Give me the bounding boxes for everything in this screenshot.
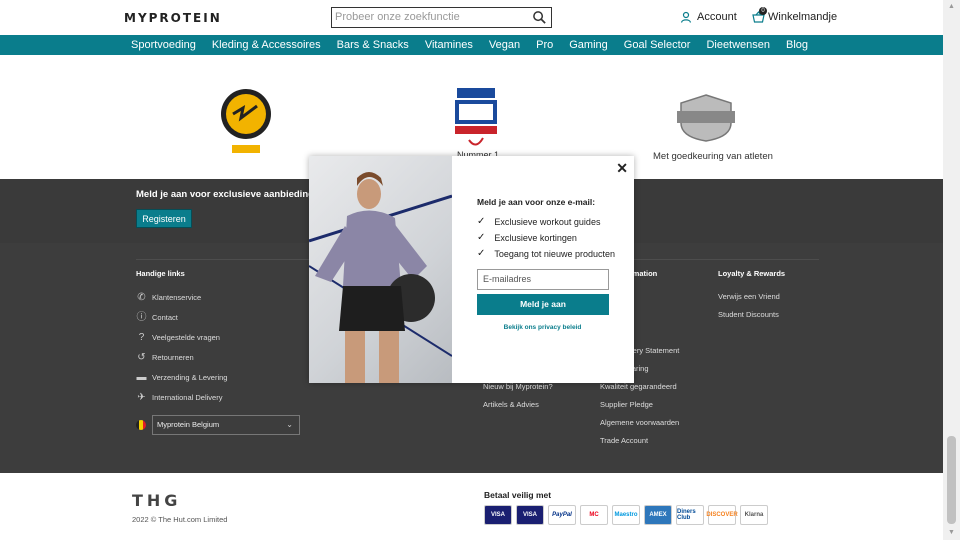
newsletter-title: Meld je aan voor exclusieve aanbiedingen… (136, 189, 329, 200)
check-icon: ✓ (477, 248, 486, 259)
site-header: MYPROTEIN Probeer onze zoekfunctie Accou… (0, 0, 943, 35)
discover-icon: DISCOVER (706, 505, 738, 525)
basket-count-badge: 0 (759, 7, 767, 15)
myprotein-logo[interactable]: MYPROTEIN (124, 11, 222, 25)
modal-content: ✕ Meld je aan voor onze e-mail: ✓ Exclus… (452, 156, 634, 383)
phone-icon: ✆ (137, 292, 146, 303)
footer-link-klantenservice[interactable]: Klantenservice (152, 293, 201, 302)
signup-submit-button[interactable]: Meld je aan (477, 294, 609, 315)
search-icon[interactable] (532, 10, 547, 25)
mastercard-icon: MC (580, 505, 608, 525)
footer-link-trade-account[interactable]: Trade Account (600, 436, 648, 445)
copyright-text: 2022 © The Hut.com Limited (132, 515, 228, 524)
account-icon (680, 11, 692, 23)
athlete-image (309, 156, 452, 383)
bottom-bar: THG 2022 © The Hut.com Limited Betaal ve… (0, 473, 943, 540)
footer-link-voorwaarden[interactable]: Algemene voorwaarden (600, 418, 679, 427)
nav-item-vegan[interactable]: Vegan (489, 39, 520, 51)
benefit-label: Exclusieve kortingen (494, 232, 577, 243)
footer-link-faq[interactable]: Veelgestelde vragen (152, 333, 220, 342)
check-icon: ✓ (477, 216, 486, 227)
official-supplier-badge (677, 94, 735, 142)
return-icon: ↺ (137, 352, 146, 363)
payment-title: Betaal veilig met (484, 490, 552, 500)
supplier-label: Met goedkeuring van atleten (653, 151, 773, 162)
visa-electron-icon: VISA (516, 505, 544, 525)
check-icon: ✓ (477, 232, 486, 243)
footer-link-retourneren[interactable]: Retourneren (152, 353, 194, 362)
scroll-down-icon[interactable]: ▼ (943, 526, 960, 540)
visa-icon: VISA (484, 505, 512, 525)
nav-item-gaming[interactable]: Gaming (569, 39, 608, 51)
scroll-thumb[interactable] (947, 436, 956, 524)
basket-link[interactable]: 0 Winkelmandje (752, 7, 838, 23)
footer-link-international[interactable]: International Delivery (152, 393, 222, 402)
benefit-item: ✓ Toegang tot nieuwe producten (477, 248, 615, 259)
nav-item-pro[interactable]: Pro (536, 39, 553, 51)
footer-link-kwaliteit[interactable]: Kwaliteit gegarandeerd (600, 382, 677, 391)
modal-title: Meld je aan voor onze e-mail: (477, 197, 596, 207)
footer-link-verzending[interactable]: Verzending & Levering (152, 373, 227, 382)
search-field[interactable]: Probeer onze zoekfunctie (331, 7, 552, 28)
footer-link-contact[interactable]: Contact (152, 313, 178, 322)
footer-link-refer[interactable]: Verwijs een Vriend (718, 292, 780, 301)
nav-item-dieetwensen[interactable]: Dieetwensen (706, 39, 770, 51)
scroll-up-icon[interactable]: ▲ (943, 0, 960, 14)
thg-logo: THG (132, 491, 182, 510)
search-input[interactable]: Probeer onze zoekfunctie (335, 11, 460, 23)
basket-label: Winkelmandje (768, 11, 838, 23)
nav-item-kleding[interactable]: Kleding & Accessoires (212, 39, 321, 51)
klarna-icon: Klarna (740, 505, 768, 525)
plane-icon: ✈ (137, 392, 146, 403)
question-icon: ? (138, 332, 145, 343)
belgium-flag-icon (136, 420, 146, 430)
informed-sport-badge (221, 89, 271, 153)
privacy-policy-link[interactable]: Bekijk ons privacy beleid (452, 324, 633, 331)
close-icon[interactable]: ✕ (616, 160, 628, 177)
info-icon: ⓘ (136, 312, 147, 323)
nav-item-goal-selector[interactable]: Goal Selector (624, 39, 691, 51)
benefit-label: Toegang tot nieuwe producten (494, 248, 615, 259)
loyalty-heading: Loyalty & Rewards (718, 269, 786, 278)
benefit-label: Exclusieve workout guides (494, 216, 601, 227)
footer-link-nieuw[interactable]: Nieuw bij Myprotein? (483, 382, 553, 391)
nav-item-vitamines[interactable]: Vitamines (425, 39, 473, 51)
athlete-illustration (309, 172, 452, 383)
truck-icon: ▬ (136, 372, 147, 383)
country-selector[interactable]: Myprotein Belgium ⌄ (152, 415, 300, 435)
newsletter-modal: ✕ Meld je aan voor onze e-mail: ✓ Exclus… (309, 156, 634, 383)
footer-link-supplier-pledge[interactable]: Supplier Pledge (600, 400, 653, 409)
nav-item-bars[interactable]: Bars & Snacks (337, 39, 409, 51)
country-selector-value: Myprotein Belgium (157, 420, 220, 429)
diners-icon: Diners Club (676, 505, 704, 525)
benefit-item: ✓ Exclusieve workout guides (477, 216, 600, 227)
fast-track-badge (455, 88, 497, 146)
nav-item-sportvoeding[interactable]: Sportvoeding (131, 39, 196, 51)
nav-item-blog[interactable]: Blog (786, 39, 808, 51)
handy-links-heading: Handige links (136, 269, 185, 278)
register-button[interactable]: Registeren (136, 209, 192, 228)
chevron-down-icon: ⌄ (286, 420, 293, 429)
payment-methods: VISA VISA PayPal MC Maestro AMEX Diners … (484, 505, 768, 525)
footer-link-artikels[interactable]: Artikels & Advies (483, 400, 539, 409)
page-scrollbar[interactable]: ▲ ▼ (943, 0, 960, 540)
amex-icon: AMEX (644, 505, 672, 525)
paypal-icon: PayPal (548, 505, 576, 525)
account-link[interactable]: Account (680, 11, 737, 23)
maestro-icon: Maestro (612, 505, 640, 525)
main-nav: Sportvoeding Kleding & Accessoires Bars … (0, 35, 943, 55)
benefit-item: ✓ Exclusieve kortingen (477, 232, 577, 243)
account-label: Account (697, 11, 737, 23)
email-field[interactable]: E-mailadres (477, 269, 609, 290)
footer-link-student[interactable]: Student Discounts (718, 310, 779, 319)
